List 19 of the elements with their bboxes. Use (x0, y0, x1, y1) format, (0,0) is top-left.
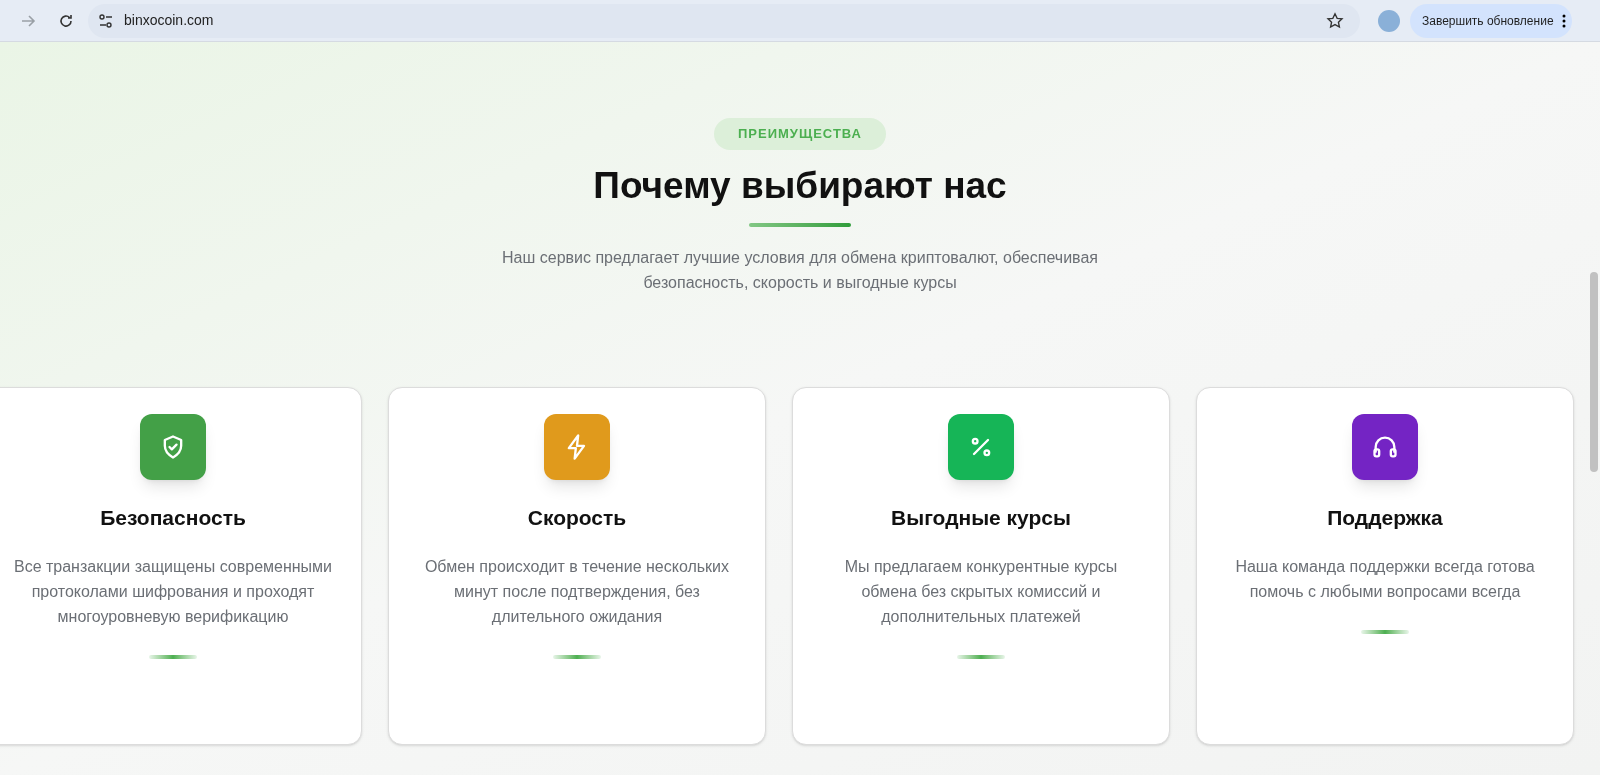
star-icon[interactable] (1326, 11, 1344, 30)
card-description: Наша команда поддержки всегда готова помочь с любыми вопросами всегда (1234, 556, 1536, 602)
card-description: Мы предлагаем конкурентные курсы обмена без скрытых комиссий и дополнительных платежей (843, 556, 1119, 627)
site-settings-icon[interactable] (98, 12, 114, 29)
card-title: Выгодные курсы (891, 505, 1071, 531)
scrollbar-thumb[interactable] (1590, 272, 1598, 472)
card-description: Все транзакции защищены современными протоколами шифрования и проходят многоуровневую верификацию (13, 556, 333, 627)
card-title: Скорость (527, 505, 627, 531)
section-subtitle: Наш сервис предлагает лучшие условия для обмена криптовалют, обеспечивая безопасность, скорость и выгодные курсы (501, 248, 1099, 293)
reload-icon[interactable] (58, 12, 74, 29)
more-icon (1561, 13, 1566, 28)
section-badge: ПРЕИМУЩЕСТВА (714, 118, 886, 150)
card-description: Обмен происходит в течение нескольких минут после подтверждения, без длительного ожидания (423, 556, 731, 627)
section-title: Почему выбирают нас (593, 163, 1007, 208)
address-bar[interactable]: binxocoin.com (88, 3, 1360, 38)
card-title: Безопасность (100, 505, 246, 531)
card-title: Поддержка (1327, 505, 1443, 531)
url-text: binxocoin.com (124, 11, 214, 30)
update-button[interactable]: Завершить обновление (1410, 3, 1572, 38)
